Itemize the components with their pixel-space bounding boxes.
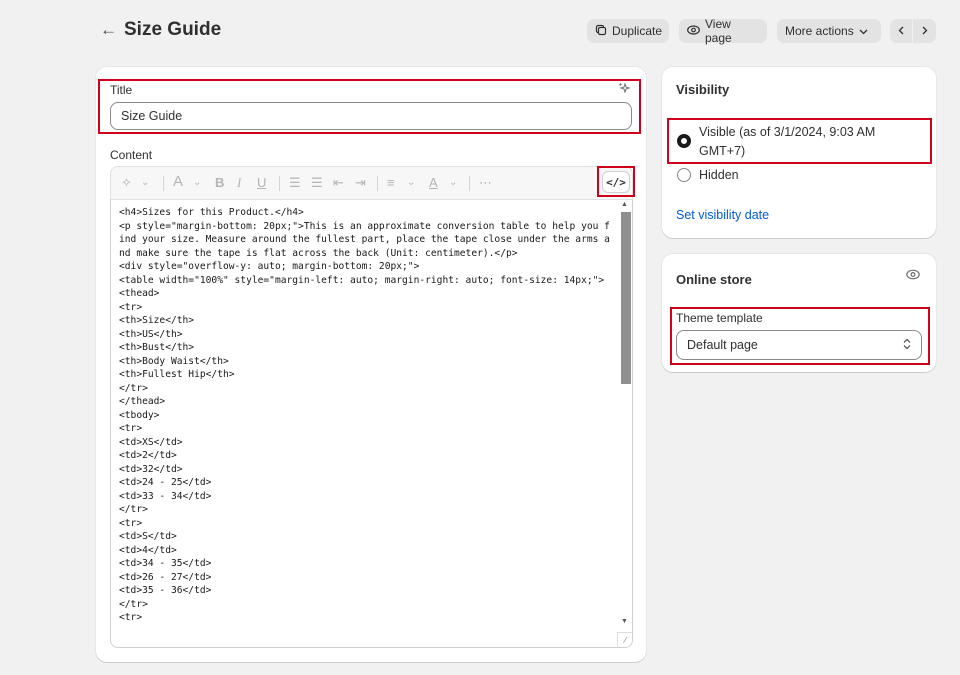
resize-handle-icon[interactable]: ∕: [617, 632, 632, 647]
view-page-label: View page: [705, 17, 732, 45]
chevron-down-icon[interactable]: ⌄: [449, 177, 457, 188]
page-title: Size Guide: [124, 19, 222, 40]
ai-sparkle-icon[interactable]: ✧: [121, 175, 132, 191]
toolbar-divider: [469, 176, 470, 191]
chevron-left-icon: [898, 24, 904, 38]
numbered-list-icon[interactable]: ☰: [311, 175, 323, 191]
scroll-up-arrow-icon[interactable]: ▲: [621, 201, 628, 208]
sparkle-icon[interactable]: [618, 82, 631, 98]
hidden-option-label: Hidden: [699, 168, 739, 182]
chevron-down-icon[interactable]: ⌄: [141, 177, 149, 188]
select-chevron-icon: [903, 338, 911, 353]
text-color-icon[interactable]: A: [429, 175, 438, 190]
title-label: Title: [110, 83, 133, 97]
bold-icon[interactable]: B: [215, 175, 224, 190]
eye-icon: [687, 24, 700, 38]
duplicate-label: Duplicate: [612, 24, 663, 38]
chevron-down-icon: [859, 24, 868, 38]
chevron-right-icon: [922, 24, 928, 38]
visible-option-label: Visible (as of 3/1/2024, 9:03 AM GMT+7): [699, 125, 876, 158]
visibility-title: Visibility: [676, 82, 730, 97]
theme-template-value: Default page: [687, 338, 758, 352]
next-page-button[interactable]: [913, 19, 936, 43]
html-code-editor[interactable]: <h4>Sizes for this Product.</h4> <p styl…: [110, 199, 633, 648]
html-source-text[interactable]: <h4>Sizes for this Product.</h4> <p styl…: [119, 206, 614, 625]
title-input[interactable]: Size Guide: [110, 102, 632, 130]
chevron-down-icon[interactable]: ⌄: [193, 177, 201, 188]
html-code-toggle-button[interactable]: </>: [602, 171, 630, 193]
indent-icon[interactable]: ⇥: [355, 175, 366, 191]
align-icon[interactable]: ≡: [387, 175, 395, 190]
back-arrow-icon[interactable]: ←: [100, 20, 117, 40]
italic-icon[interactable]: I: [237, 175, 241, 191]
more-tools-icon[interactable]: ⋯: [479, 175, 492, 191]
content-label: Content: [110, 148, 153, 162]
outdent-icon[interactable]: ⇤: [333, 175, 344, 191]
bullet-list-icon[interactable]: ☰: [289, 175, 301, 191]
hidden-radio[interactable]: [677, 168, 691, 182]
scroll-down-arrow-icon[interactable]: ▼: [621, 618, 628, 625]
set-visibility-date-link[interactable]: Set visibility date: [676, 208, 769, 222]
code-icon: </>: [606, 175, 626, 189]
theme-template-select[interactable]: Default page: [676, 330, 922, 360]
toolbar-divider: [163, 176, 164, 191]
duplicate-icon: [595, 24, 607, 39]
duplicate-button[interactable]: Duplicate: [587, 19, 669, 43]
toolbar-divider: [279, 176, 280, 191]
editor-toolbar: ✧ ⌄ A ⌄ B I U ☰ ☰ ⇤ ⇥ ≡ ⌄ A ⌄ ⋯: [110, 166, 633, 199]
chevron-down-icon[interactable]: ⌄: [407, 177, 415, 188]
view-page-button[interactable]: View page: [679, 17, 767, 45]
more-actions-label: More actions: [785, 24, 854, 38]
eye-icon[interactable]: [906, 268, 920, 283]
previous-page-button[interactable]: [890, 19, 912, 43]
toolbar-divider: [377, 176, 378, 191]
scrollbar-thumb[interactable]: [621, 212, 631, 384]
more-actions-button[interactable]: More actions: [777, 19, 881, 43]
visible-radio[interactable]: [677, 134, 691, 148]
online-store-title: Online store: [676, 272, 752, 287]
theme-template-label: Theme template: [676, 311, 763, 325]
text-format-icon[interactable]: A: [173, 173, 183, 190]
underline-icon[interactable]: U: [257, 175, 266, 190]
